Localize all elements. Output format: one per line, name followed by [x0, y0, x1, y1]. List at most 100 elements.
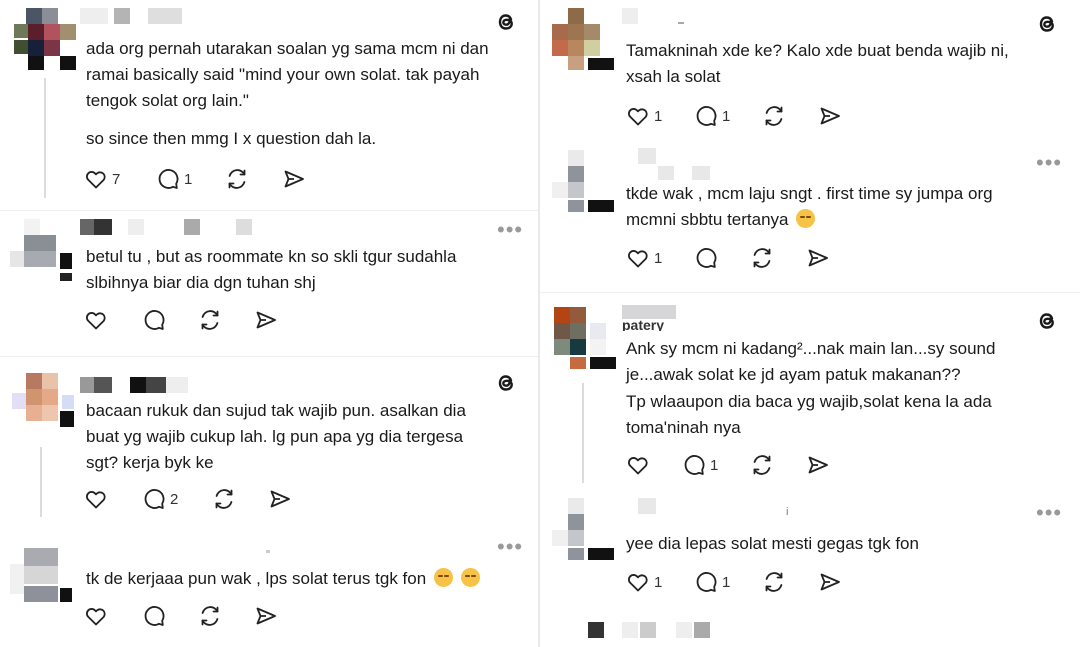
username-blurred[interactable]	[80, 219, 270, 237]
comment-icon	[158, 169, 179, 189]
share-button[interactable]	[254, 306, 278, 334]
share-icon	[284, 170, 304, 188]
repost-icon	[201, 606, 219, 626]
share-button[interactable]	[254, 602, 278, 630]
like-button[interactable]: 1	[626, 102, 662, 130]
emoji-icon	[433, 568, 453, 587]
share-button[interactable]	[268, 485, 292, 513]
avatar[interactable]	[552, 8, 614, 70]
username-blurred[interactable]	[588, 622, 738, 640]
like-button[interactable]	[84, 306, 108, 334]
more-icon[interactable]: •••	[1036, 502, 1062, 524]
threads-logo-icon[interactable]	[1035, 309, 1059, 333]
reply-button[interactable]: 1	[694, 568, 730, 596]
post: ••• betul tu , but as roommate kn so skl…	[0, 210, 538, 351]
avatar[interactable]	[552, 498, 614, 560]
share-button[interactable]	[282, 165, 306, 193]
reply-text: tkde wak , mcm laju sngt . first time sy…	[626, 184, 993, 229]
comment-icon	[696, 106, 717, 126]
reply-button[interactable]: 1	[156, 165, 192, 193]
reply-button[interactable]: 1	[694, 102, 730, 130]
avatar[interactable]	[14, 8, 76, 70]
share-icon	[820, 573, 840, 591]
username-blurred[interactable]	[622, 8, 742, 26]
username-blurred[interactable]: i	[638, 498, 808, 522]
avatar[interactable]	[10, 219, 72, 281]
username-blurred[interactable]	[80, 377, 210, 395]
repost-icon	[765, 572, 783, 592]
like-button[interactable]	[84, 602, 108, 630]
left-column: ada org pernah utarakan soalan yg sama m…	[0, 0, 538, 647]
like-count: 1	[654, 107, 663, 125]
reply-text: tk de kerjaaa pun wak , lps solat terus …	[86, 566, 480, 592]
comment-icon	[144, 489, 165, 509]
heart-icon	[628, 574, 648, 592]
heart-icon	[86, 608, 106, 626]
like-button[interactable]: 1	[626, 568, 662, 596]
more-icon[interactable]: •••	[1036, 152, 1062, 174]
like-button[interactable]: 1	[626, 244, 662, 272]
threads-logo-icon[interactable]	[1035, 12, 1059, 36]
comment-icon	[696, 572, 717, 592]
more-icon[interactable]: •••	[497, 219, 523, 241]
repost-icon	[201, 310, 219, 330]
comment-icon	[144, 606, 165, 626]
reply-text: bacaan rukuk dan sujud tak wajib pun. as…	[86, 401, 466, 472]
like-button[interactable]	[84, 485, 108, 513]
share-button[interactable]	[818, 102, 842, 130]
repost-button[interactable]	[198, 602, 222, 630]
share-button[interactable]	[806, 244, 830, 272]
reply-button[interactable]	[694, 244, 718, 272]
comment-icon	[684, 455, 705, 475]
share-icon	[808, 456, 828, 474]
reply-count: 1	[722, 107, 731, 125]
post: ••• tk de kerjaaa pun wak , lps solat te…	[0, 526, 538, 647]
username-blurred[interactable]: patery	[622, 305, 732, 331]
repost-button[interactable]	[762, 102, 786, 130]
like-button[interactable]	[626, 451, 650, 479]
like-count: 1	[654, 249, 663, 267]
reply-text-paragraph: Tp wlaaupon dia baca yg wajib,solat kena…	[626, 392, 992, 437]
share-icon	[820, 107, 840, 125]
like-count: 7	[112, 170, 121, 188]
repost-button[interactable]	[750, 451, 774, 479]
username-blurred[interactable]	[80, 8, 190, 26]
avatar[interactable]	[12, 373, 74, 435]
comment-icon	[696, 248, 717, 268]
reply-button[interactable]: 1	[682, 451, 718, 479]
avatar[interactable]	[552, 150, 614, 212]
repost-button[interactable]	[212, 485, 236, 513]
post: bacaan rukuk dan sujud tak wajib pun. as…	[0, 356, 538, 527]
share-icon	[808, 249, 828, 267]
heart-icon	[86, 312, 106, 330]
threads-logo-icon[interactable]	[494, 10, 518, 34]
reply-text: Tamakninah xde ke? Kalo xde buat benda w…	[626, 41, 1009, 86]
reply-button[interactable]	[142, 306, 166, 334]
reply-button[interactable]	[142, 602, 166, 630]
repost-button[interactable]	[750, 244, 774, 272]
share-icon	[256, 607, 276, 625]
reply-count: 1	[710, 456, 719, 474]
share-icon	[256, 311, 276, 329]
repost-button[interactable]	[225, 165, 249, 193]
share-button[interactable]	[806, 451, 830, 479]
avatar[interactable]	[10, 548, 72, 610]
repost-button[interactable]	[762, 568, 786, 596]
reply-count: 2	[170, 490, 179, 508]
more-icon[interactable]: •••	[497, 536, 523, 558]
avatar[interactable]	[554, 307, 616, 369]
post: ••• tkde wak , mcm laju sngt . first tim…	[540, 142, 1080, 290]
repost-button[interactable]	[198, 306, 222, 334]
action-bar: 7 1	[84, 165, 324, 195]
action-bar: 1 1	[626, 568, 866, 598]
action-bar	[84, 306, 324, 336]
like-count: 1	[654, 573, 663, 591]
threads-logo-icon[interactable]	[494, 371, 518, 395]
repost-icon	[215, 489, 233, 509]
like-button[interactable]: 7	[84, 165, 120, 193]
share-button[interactable]	[818, 568, 842, 596]
emoji-icon	[460, 568, 480, 587]
reply-button[interactable]: 2	[142, 485, 178, 513]
username-fragment: i	[786, 506, 789, 518]
username-blurred[interactable]	[638, 148, 788, 166]
